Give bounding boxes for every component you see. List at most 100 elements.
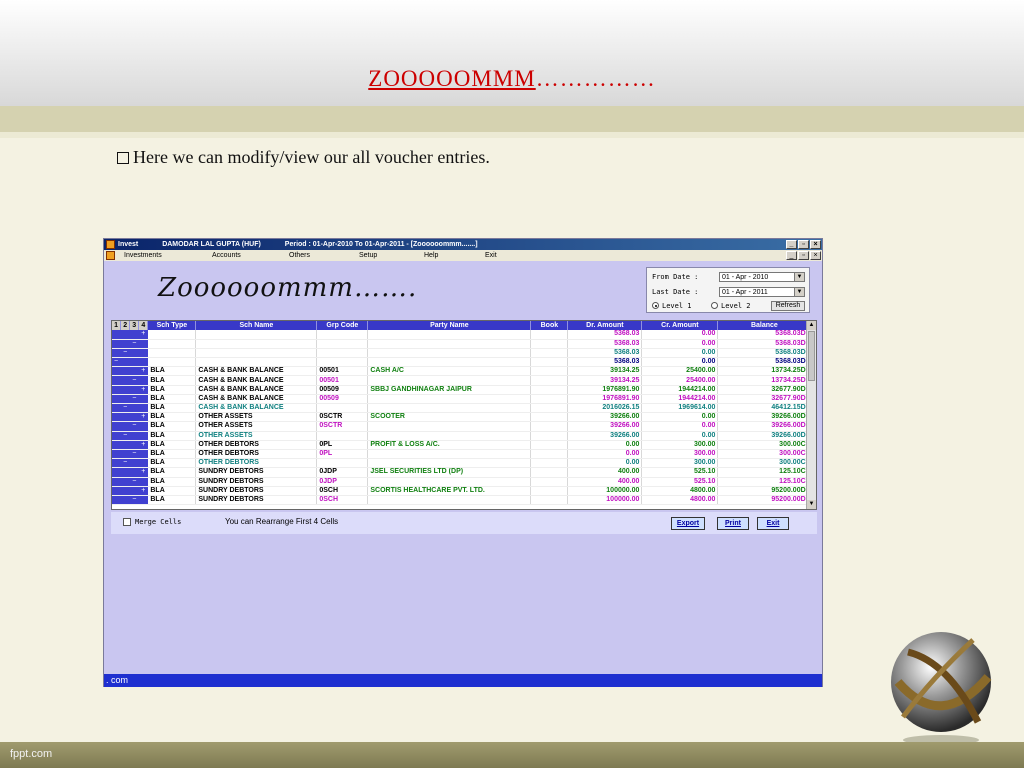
cell-cr-amount[interactable]: 4800.00 bbox=[641, 486, 719, 496]
cell-party-name[interactable] bbox=[367, 357, 532, 368]
cell-sch-type[interactable]: BLA bbox=[147, 366, 197, 377]
cell-sch-type[interactable] bbox=[147, 357, 197, 368]
cell-balance[interactable]: 95200.00Dr bbox=[717, 495, 812, 506]
cell-dr-amount[interactable]: 5368.03 bbox=[567, 339, 643, 349]
cell-cr-amount[interactable]: 1944214.00 bbox=[641, 385, 719, 395]
cell-grp-code[interactable]: 00509 bbox=[316, 385, 369, 395]
cell-book[interactable] bbox=[530, 412, 569, 423]
cell-sch-name[interactable]: SUNDRY DEBTORS bbox=[195, 467, 318, 478]
col-party-name[interactable]: Party Name bbox=[367, 321, 532, 330]
cell-dr-amount[interactable]: 5368.03 bbox=[567, 330, 643, 340]
table-row[interactable]: + BLA CASH & BANK BALANCE 00509 SBBJ GANDHIN… bbox=[112, 385, 812, 395]
cell-grp-code[interactable]: 0SCH bbox=[316, 495, 369, 506]
expand-icon[interactable]: + bbox=[138, 412, 149, 423]
cell-cr-amount[interactable]: 0.00 bbox=[641, 431, 719, 441]
table-row[interactable]: − BLA CASH & BANK BALANCE 00509 1976891.90 19… bbox=[112, 394, 812, 405]
cell-dr-amount[interactable]: 0.00 bbox=[567, 440, 643, 450]
cell-book[interactable] bbox=[530, 431, 569, 441]
cell-sch-name[interactable]: OTHER DEBTORS bbox=[195, 449, 318, 460]
cell-balance[interactable]: 125.10Cr bbox=[717, 467, 812, 478]
cell-book[interactable] bbox=[530, 486, 569, 496]
cell-sch-type[interactable]: BLA bbox=[147, 412, 197, 423]
cell-cr-amount[interactable]: 1944214.00 bbox=[641, 394, 719, 405]
cell-grp-code[interactable]: 00509 bbox=[316, 394, 369, 405]
maximize-icon[interactable]: ▫ bbox=[798, 240, 809, 249]
cell-book[interactable] bbox=[530, 403, 569, 414]
menu-setup[interactable]: Setup bbox=[359, 250, 377, 261]
level-1-radio[interactable]: Level 1 bbox=[652, 302, 692, 310]
cell-cr-amount[interactable]: 300.00 bbox=[641, 458, 719, 469]
collapse-icon[interactable]: − bbox=[120, 431, 131, 441]
cell-party-name[interactable] bbox=[367, 394, 532, 405]
cell-sch-type[interactable]: BLA bbox=[147, 375, 197, 386]
cell-book[interactable] bbox=[530, 366, 569, 377]
child-close-icon[interactable]: × bbox=[810, 251, 821, 260]
table-row[interactable]: − 5368.03 0.00 5368.03Dr bbox=[112, 357, 812, 368]
cell-sch-type[interactable] bbox=[147, 330, 197, 340]
cell-party-name[interactable]: JSEL SECURITIES LTD (DP) bbox=[367, 467, 532, 478]
expand-icon[interactable]: + bbox=[138, 440, 149, 450]
cell-party-name[interactable] bbox=[367, 330, 532, 340]
menu-accounts[interactable]: Accounts bbox=[212, 250, 241, 261]
collapse-icon[interactable]: − bbox=[129, 421, 140, 432]
cell-balance[interactable]: 5368.03Dr bbox=[717, 330, 812, 340]
cell-grp-code[interactable] bbox=[316, 357, 369, 368]
table-row[interactable]: + BLA OTHER DEBTORS 0PL PROFIT & LOSS A/C. 0.… bbox=[112, 440, 812, 450]
cell-sch-name[interactable]: OTHER ASSETS bbox=[195, 431, 318, 441]
cell-dr-amount[interactable]: 39134.25 bbox=[567, 366, 643, 377]
cell-cr-amount[interactable]: 0.00 bbox=[641, 348, 719, 359]
cell-cr-amount[interactable]: 525.10 bbox=[641, 467, 719, 478]
chevron-down-icon[interactable]: ▼ bbox=[794, 273, 804, 281]
table-row[interactable]: + BLA SUNDRY DEBTORS 0JDP JSEL SECURITIES LT… bbox=[112, 467, 812, 478]
cell-grp-code[interactable] bbox=[316, 403, 369, 414]
collapse-icon[interactable]: − bbox=[129, 394, 140, 405]
print-button[interactable]: Print bbox=[717, 517, 749, 530]
expand-icon[interactable]: + bbox=[138, 330, 149, 340]
table-row[interactable]: − BLA SUNDRY DEBTORS 0JDP 400.00 525.10 125.10… bbox=[112, 477, 812, 487]
cell-cr-amount[interactable]: 300.00 bbox=[641, 449, 719, 460]
cell-cr-amount[interactable]: 1969614.00 bbox=[641, 403, 719, 414]
cell-party-name[interactable] bbox=[367, 339, 532, 349]
cell-dr-amount[interactable]: 1976891.90 bbox=[567, 394, 643, 405]
col-sch-name[interactable]: Sch Name bbox=[195, 321, 318, 330]
child-maximize-icon[interactable]: ▫ bbox=[798, 251, 809, 260]
cell-sch-name[interactable] bbox=[195, 348, 318, 359]
level-1-button[interactable]: 1 bbox=[112, 321, 122, 330]
collapse-icon[interactable]: − bbox=[120, 403, 131, 414]
cell-dr-amount[interactable]: 39266.00 bbox=[567, 412, 643, 423]
cell-book[interactable] bbox=[530, 339, 569, 349]
cell-party-name[interactable] bbox=[367, 477, 532, 487]
grid-scrollbar[interactable]: ▲ ▼ bbox=[806, 321, 816, 509]
cell-book[interactable] bbox=[530, 394, 569, 405]
cell-party-name[interactable]: SCORTIS HEALTHCARE PVT. LTD. bbox=[367, 486, 532, 496]
menu-others[interactable]: Others bbox=[289, 250, 310, 261]
radio-unselected-icon[interactable] bbox=[711, 302, 718, 309]
cell-sch-type[interactable]: BLA bbox=[147, 394, 197, 405]
col-dr-amount[interactable]: Dr. Amount bbox=[567, 321, 643, 330]
cell-dr-amount[interactable]: 400.00 bbox=[567, 477, 643, 487]
cell-book[interactable] bbox=[530, 385, 569, 395]
cell-dr-amount[interactable]: 100000.00 bbox=[567, 495, 643, 506]
collapse-icon[interactable]: − bbox=[129, 495, 140, 506]
level-3-button[interactable]: 3 bbox=[129, 321, 140, 330]
cell-sch-type[interactable]: BLA bbox=[147, 458, 197, 469]
cell-sch-type[interactable] bbox=[147, 339, 197, 349]
table-row[interactable]: + BLA CASH & BANK BALANCE 00501 CASH A/C 3913… bbox=[112, 366, 812, 377]
close-icon[interactable]: × bbox=[810, 240, 821, 249]
cell-sch-type[interactable]: BLA bbox=[147, 467, 197, 478]
table-row[interactable]: − 5368.03 0.00 5368.03Dr bbox=[112, 348, 812, 359]
table-row[interactable]: + BLA OTHER ASSETS 0SCTR SCOOTER 39266.00 0.00… bbox=[112, 412, 812, 423]
col-book[interactable]: Book bbox=[530, 321, 569, 330]
cell-grp-code[interactable]: 0SCH bbox=[316, 486, 369, 496]
scroll-down-icon[interactable]: ▼ bbox=[807, 500, 816, 509]
expand-icon[interactable]: + bbox=[138, 366, 149, 377]
cell-book[interactable] bbox=[530, 477, 569, 487]
cell-dr-amount[interactable]: 1976891.90 bbox=[567, 385, 643, 395]
cell-party-name[interactable]: CASH A/C bbox=[367, 366, 532, 377]
cell-cr-amount[interactable]: 4800.00 bbox=[641, 495, 719, 506]
cell-cr-amount[interactable]: 0.00 bbox=[641, 412, 719, 423]
cell-sch-name[interactable]: CASH & BANK BALANCE bbox=[195, 375, 318, 386]
cell-balance[interactable]: 13734.25Dr bbox=[717, 375, 812, 386]
cell-sch-name[interactable] bbox=[195, 339, 318, 349]
cell-sch-type[interactable]: BLA bbox=[147, 449, 197, 460]
